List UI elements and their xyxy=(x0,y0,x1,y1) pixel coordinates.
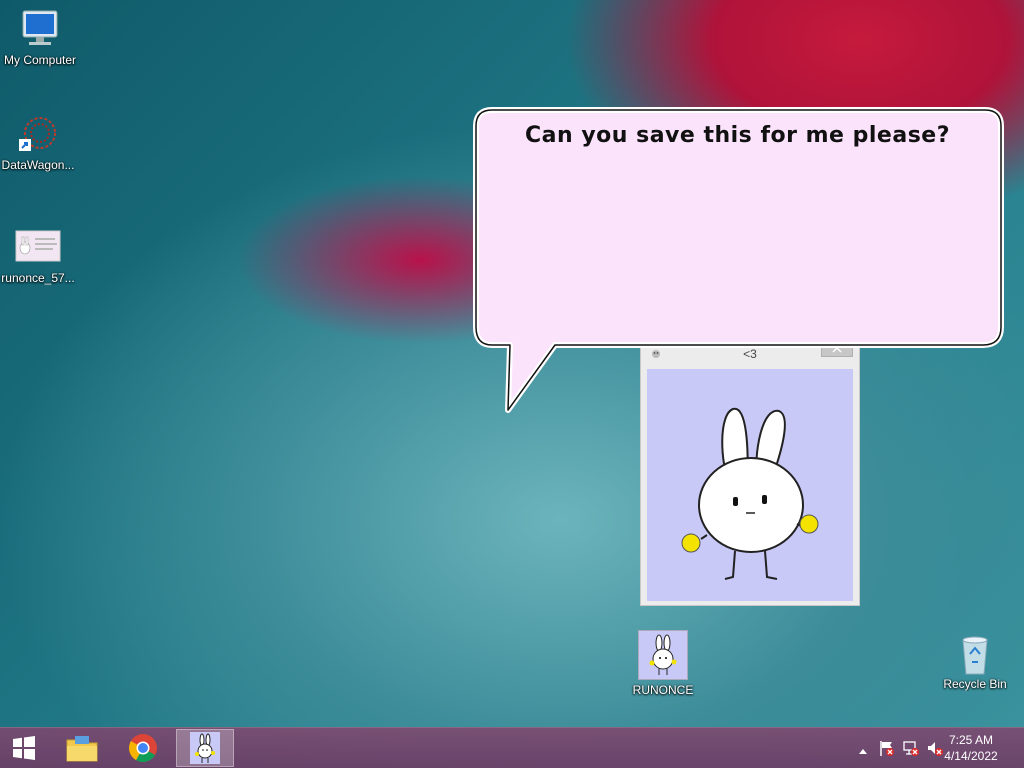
speech-bubble: Can you save this for me please? xyxy=(470,105,1005,425)
speech-bubble-text: Can you save this for me please? xyxy=(525,123,950,148)
image-file-icon xyxy=(15,226,61,268)
windows-start-icon xyxy=(13,736,35,760)
desktop-icon-recycle-bin[interactable]: Recycle Bin xyxy=(935,632,1015,691)
desktop-icon-label: RUNONCE xyxy=(632,683,694,697)
desktop-icon-runonce[interactable]: RUNONCE xyxy=(623,630,703,697)
clock[interactable]: 7:25 AM 4/14/2022 xyxy=(936,732,1006,764)
desktop-icon-label: Recycle Bin xyxy=(943,677,1007,691)
desktop-icon-runonce-image[interactable]: runonce_57... xyxy=(0,226,78,285)
taskbar-file-explorer[interactable] xyxy=(54,728,110,768)
chrome-icon xyxy=(129,734,157,762)
bunny-app-icon xyxy=(190,732,220,764)
desktop-icon-datawagon[interactable]: DataWagon... xyxy=(0,113,78,172)
datawagon-shortcut-icon xyxy=(15,113,61,155)
taskbar-chrome[interactable] xyxy=(115,728,171,768)
desktop-icon-label: My Computer xyxy=(3,53,77,67)
network-icon[interactable] xyxy=(902,739,920,762)
action-center-flag-icon[interactable] xyxy=(878,739,896,762)
show-hidden-icons-arrow[interactable] xyxy=(858,742,868,760)
taskbar: 7:25 AM 4/14/2022 xyxy=(0,727,1024,768)
desktop-icon-my-computer[interactable]: My Computer xyxy=(0,8,80,67)
desktop-icon-label: DataWagon... xyxy=(1,158,75,172)
desktop-icon-label: runonce_57... xyxy=(1,271,75,285)
computer-icon xyxy=(17,8,63,50)
system-tray: 7:25 AM 4/14/2022 xyxy=(834,728,1024,768)
folder-icon xyxy=(66,736,98,762)
clock-time: 7:25 AM xyxy=(948,733,994,747)
taskbar-runonce[interactable] xyxy=(176,729,234,767)
recycle-bin-icon xyxy=(952,632,998,675)
clock-date: 4/14/2022 xyxy=(944,749,998,763)
bunny-app-icon xyxy=(638,630,688,680)
start-button[interactable] xyxy=(0,728,48,768)
